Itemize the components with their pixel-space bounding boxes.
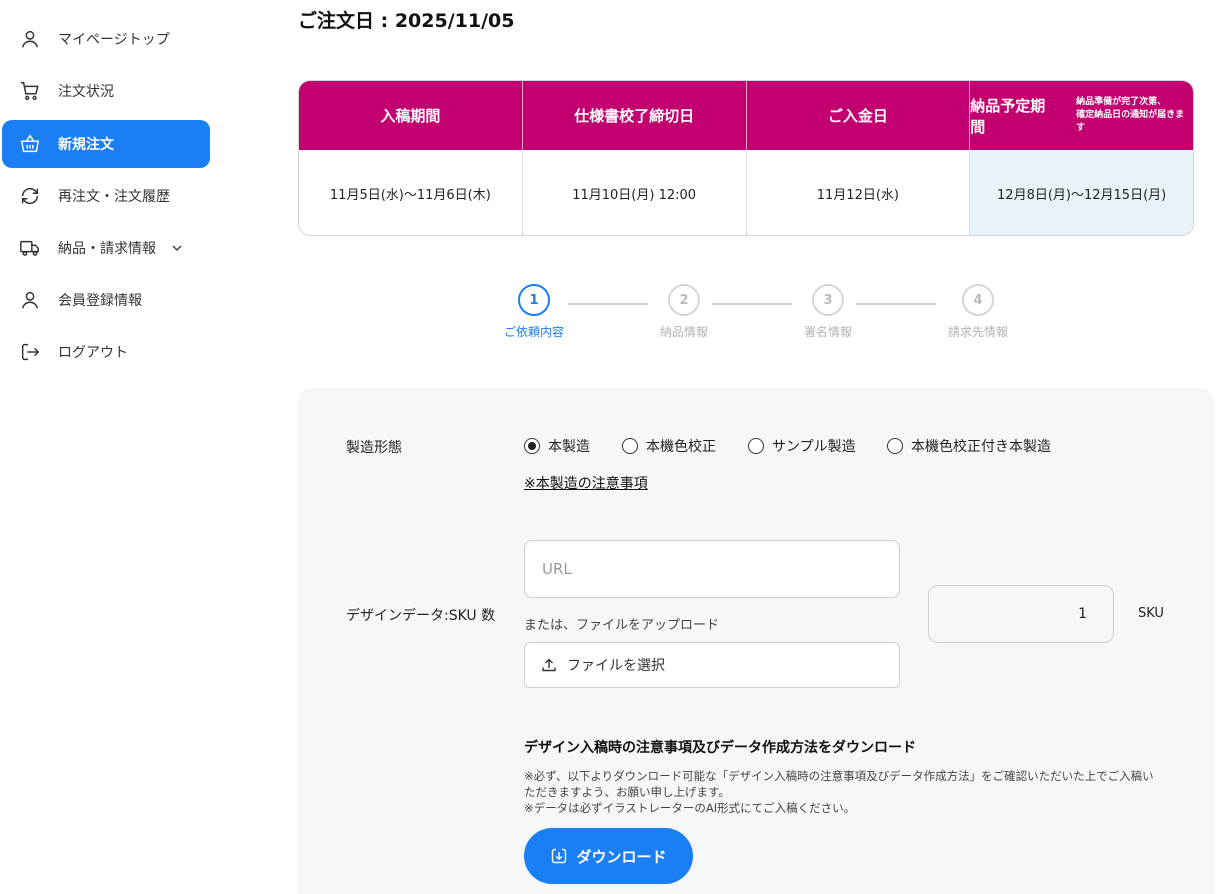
delivery-note: 納品準備が完了次第、 確定納品日の通知が届きます <box>1076 96 1193 135</box>
step-3-label: 署名情報 <box>803 325 853 339</box>
sidebar: マイページトップ 注文状況 新規注文 再注文・注文履歴 納品・請求情報 会員登録… <box>0 0 220 894</box>
radio-label: 本機色校正付き本製造 <box>911 439 1051 455</box>
sidebar-item-reorder-history[interactable]: 再注文・注文履歴 <box>2 172 210 220</box>
sidebar-item-label: 注文状況 <box>58 84 114 100</box>
truck-icon <box>18 236 42 260</box>
sidebar-item-mypage-top[interactable]: マイページトップ <box>2 15 210 63</box>
schedule-header-cell: 仕様書校了締切日 <box>523 81 747 150</box>
schedule-header-cell: ご入金日 <box>747 81 971 150</box>
download-desc-line: ※必ず、以下よりダウンロード可能な「デザイン入稿時の注意事項及びデータ作成方法」… <box>524 769 1154 799</box>
user-icon <box>18 288 42 312</box>
radio-proof-with-production[interactable]: 本機色校正付き本製造 <box>887 436 1051 456</box>
schedule-header-cell: 入稿期間 <box>299 81 523 150</box>
download-icon <box>552 848 567 864</box>
sidebar-item-label: 新規注文 <box>58 137 114 153</box>
sidebar-item-delivery-billing[interactable]: 納品・請求情報 <box>2 224 210 272</box>
sidebar-item-label: 納品・請求情報 <box>58 241 156 257</box>
chevron-down-icon <box>172 245 182 252</box>
radio-color-proof[interactable]: 本機色校正 <box>622 436 716 456</box>
radio-label: 本機色校正 <box>646 439 716 455</box>
refresh-icon <box>18 184 42 208</box>
step-1-label: ご依頼内容 <box>503 325 565 339</box>
logout-icon <box>18 340 42 364</box>
schedule-value-cell: 11月12日(水) <box>747 150 971 235</box>
step-2-label: 納品情報 <box>659 325 709 339</box>
sidebar-item-label: 再注文・注文履歴 <box>58 189 170 205</box>
radio-sample[interactable]: サンプル製造 <box>748 436 856 456</box>
step-2-circle: 2 <box>668 284 700 316</box>
schedule-value-cell: 11月5日(水)〜11月6日(木) <box>299 150 523 235</box>
download-section-title: デザイン入稿時の注意事項及びデータ作成方法をダウンロード <box>524 740 916 756</box>
sidebar-item-logout[interactable]: ログアウト <box>2 328 210 376</box>
step-connector <box>712 303 792 305</box>
sidebar-item-label: ログアウト <box>58 345 128 361</box>
production-caution-link[interactable]: ※本製造の注意事項 <box>524 473 648 493</box>
manufacturing-type-label: 製造形態 <box>346 440 402 456</box>
schedule-header-delivery: 納品予定期間 納品準備が完了次第、 確定納品日の通知が届きます <box>970 81 1193 150</box>
schedule-table: 入稿期間 仕様書校了締切日 ご入金日 納品予定期間 納品準備が完了次第、 確定納… <box>298 80 1194 236</box>
schedule-header-cell: 納品予定期間 <box>970 96 1046 136</box>
user-icon <box>18 27 42 51</box>
download-button-label: ダウンロード <box>576 847 667 866</box>
sidebar-item-label: 会員登録情報 <box>58 293 142 309</box>
step-4-circle: 4 <box>962 284 994 316</box>
delivery-note-line: 納品準備が完了次第、 <box>1076 97 1167 107</box>
cart-icon <box>18 79 42 103</box>
radio-indicator[interactable] <box>622 438 638 454</box>
file-select-button[interactable]: ファイルを選択 <box>524 642 900 688</box>
design-data-label: デザインデータ:SKU 数 <box>346 608 496 624</box>
download-desc-line: ※データは必ずイラストレーターのAI形式にてご入稿ください。 <box>524 801 856 815</box>
download-button[interactable]: ダウンロード <box>524 828 693 884</box>
step-connector <box>856 303 936 305</box>
sidebar-item-label: マイページトップ <box>58 32 170 48</box>
sidebar-item-order-status[interactable]: 注文状況 <box>2 67 210 115</box>
upload-icon <box>542 658 556 672</box>
schedule-value-row: 11月5日(水)〜11月6日(木) 11月10日(月) 12:00 11月12日… <box>299 150 1193 235</box>
radio-indicator-checked[interactable] <box>524 438 540 454</box>
step-3-circle: 3 <box>812 284 844 316</box>
delivery-note-line: 確定納品日の通知が届きます <box>1076 110 1185 133</box>
radio-label: サンプル製造 <box>772 439 856 455</box>
schedule-value-cell: 12月8日(月)〜12月15日(月) <box>970 150 1193 235</box>
file-select-label: ファイルを選択 <box>567 658 665 674</box>
radio-production[interactable]: 本製造 <box>524 436 590 456</box>
download-description: ※必ず、以下よりダウンロード可能な「デザイン入稿時の注意事項及びデータ作成方法」… <box>524 768 1164 816</box>
schedule-header-row: 入稿期間 仕様書校了締切日 ご入金日 納品予定期間 納品準備が完了次第、 確定納… <box>299 81 1193 150</box>
page-title: ご注文日 : 2025/11/05 <box>298 10 515 32</box>
radio-label: 本製造 <box>548 439 590 455</box>
basket-icon <box>18 132 42 156</box>
sidebar-item-member-info[interactable]: 会員登録情報 <box>2 276 210 324</box>
step-connector <box>568 303 648 305</box>
step-4-label: 請求先情報 <box>947 325 1009 339</box>
sku-count-input[interactable]: 1 <box>928 585 1114 643</box>
radio-indicator[interactable] <box>887 438 903 454</box>
radio-indicator[interactable] <box>748 438 764 454</box>
url-input[interactable]: URL <box>524 540 900 598</box>
upload-hint: または、ファイルをアップロード <box>524 618 720 633</box>
schedule-value-cell: 11月10日(月) 12:00 <box>523 150 747 235</box>
sku-unit-label: SKU <box>1138 606 1164 621</box>
step-1-circle: 1 <box>518 284 550 316</box>
sidebar-item-new-order[interactable]: 新規注文 <box>2 120 210 168</box>
